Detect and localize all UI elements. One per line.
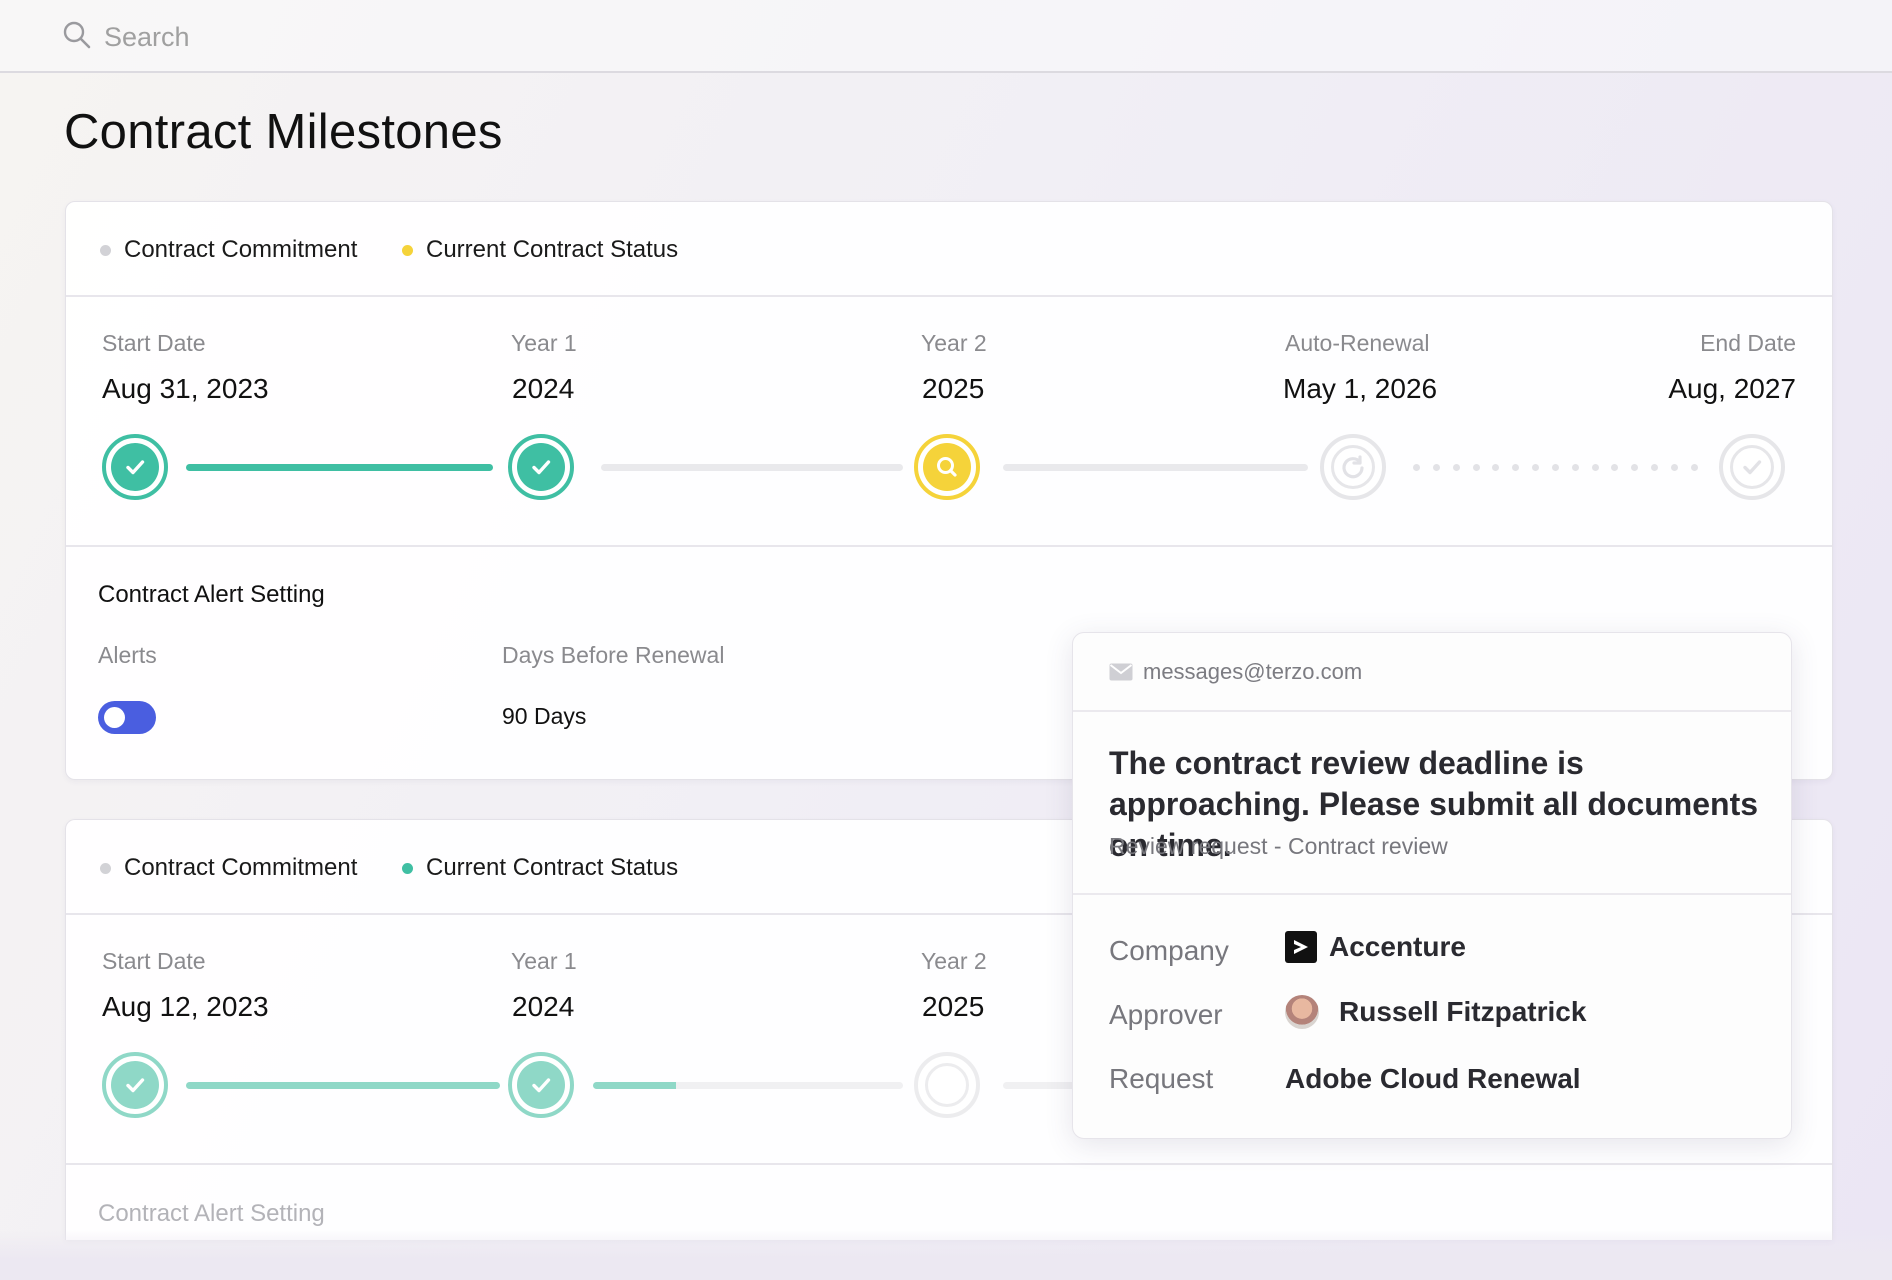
legend-dot [100,244,111,256]
notification-popup[interactable]: messages@terzo.com The contract review d… [1072,632,1792,1139]
mail-icon [1109,663,1133,680]
approver-name: Russell Fitzpatrick [1339,996,1587,1027]
milestone-label: Year 1 [511,948,577,974]
request-value: Adobe Cloud Renewal [1285,1063,1581,1094]
top-bar [0,0,1892,73]
milestone-node-start[interactable] [102,1052,168,1118]
check-icon [126,1078,145,1093]
milestone-date: Aug 12, 2023 [102,991,269,1022]
legend-label: Current Contract Status [426,236,679,263]
milestone-label: Start Date [102,330,206,356]
milestone-node-year2[interactable] [914,434,980,500]
company-name: Accenture [1329,931,1466,962]
milestone-label: End Date [1700,330,1796,356]
legend-item-commitment: Contract Commitment [100,854,357,882]
search-icon [937,457,957,477]
toggle-knob [104,707,125,728]
approver-label: Approver [1109,999,1223,1030]
check-icon [532,460,551,475]
milestone-node-start[interactable] [102,434,168,500]
milestone-date: May 1, 2026 [1283,373,1438,404]
milestone-node-year2[interactable] [914,1052,980,1118]
sender-email: messages@terzo.com [1143,658,1363,684]
milestone-node-end[interactable] [1719,434,1785,500]
milestone-node-year1[interactable] [508,434,574,500]
milestone-date: Aug 31, 2023 [102,373,269,404]
company-label: Company [1109,935,1229,966]
legend-item-status: Current Contract Status [402,236,678,264]
milestone-node-year1[interactable] [508,1052,574,1118]
search-box[interactable] [62,20,506,54]
days-before-renewal-label: Days Before Renewal [502,642,725,668]
popup-subtitle: Review request - Contract review [1109,833,1448,859]
milestone-node-auto-renewal[interactable] [1320,434,1386,500]
milestone-label: Auto-Renewal [1285,330,1430,356]
milestone-date: 2024 [512,373,575,404]
milestone-label: Year 2 [921,330,987,356]
accenture-logo-icon [1285,931,1317,963]
approver-value: Russell Fitzpatrick [1285,995,1586,1029]
check-icon [532,1078,551,1093]
avatar [1285,995,1319,1029]
legend-dot [402,244,413,256]
timeline-legend: Contract Commitment Current Contract Sta… [66,202,1832,297]
company-value: Accenture [1285,931,1466,963]
progress-segment [186,464,493,471]
popup-header: messages@terzo.com [1073,633,1791,712]
search-input[interactable] [102,20,506,54]
progress-segment [593,1082,678,1089]
progress-segment [1003,464,1308,471]
milestone-timeline: Start Date Aug 31, 2023 Year 1 2024 Year… [66,297,1832,547]
milestone-label: Year 1 [511,330,577,356]
alert-setting-title: Contract Alert Setting [98,1200,325,1227]
legend-item-commitment: Contract Commitment [100,236,357,264]
milestone-date: 2025 [922,373,985,404]
alerts-label: Alerts [98,642,157,668]
milestone-date: Aug, 2027 [1668,373,1796,404]
legend-label: Current Contract Status [426,854,679,881]
days-before-renewal-value[interactable]: 90 Days [502,703,586,730]
check-icon [1743,460,1762,475]
legend-dot [100,862,111,874]
progress-segment [186,1082,500,1089]
milestone-date: 2025 [922,991,985,1022]
legend-item-status: Current Contract Status [402,854,678,882]
milestone-label: Start Date [102,948,206,974]
legend-label: Contract Commitment [124,854,358,881]
legend-dot [402,862,413,874]
progress-segment [601,464,903,471]
divider [1073,893,1791,895]
milestone-date: 2024 [512,991,575,1022]
refresh-icon [1342,455,1364,479]
bottom-fade [0,1230,1892,1280]
progress-segment [676,1082,903,1089]
page-title: Contract Milestones [64,105,503,159]
request-label: Request [1109,1063,1214,1094]
dotted-connector [1413,464,1698,471]
milestone-label: Year 2 [921,948,987,974]
alert-setting-title: Contract Alert Setting [98,581,325,608]
alerts-toggle[interactable] [98,701,156,734]
legend-label: Contract Commitment [124,236,358,263]
check-icon [126,460,145,475]
search-icon [62,20,92,55]
